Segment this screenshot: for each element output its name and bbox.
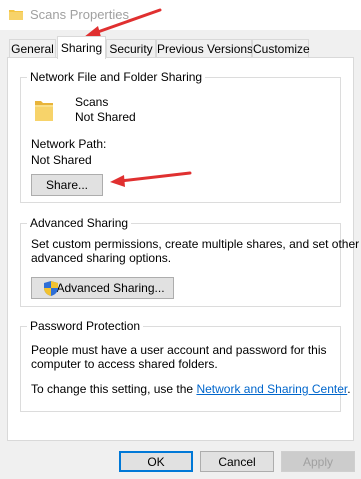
arrow-to-share-button bbox=[110, 171, 192, 187]
annotation-arrows bbox=[84, 8, 192, 187]
arrow-to-sharing-tab bbox=[84, 8, 162, 37]
tab-sharing[interactable]: Sharing bbox=[57, 36, 106, 59]
